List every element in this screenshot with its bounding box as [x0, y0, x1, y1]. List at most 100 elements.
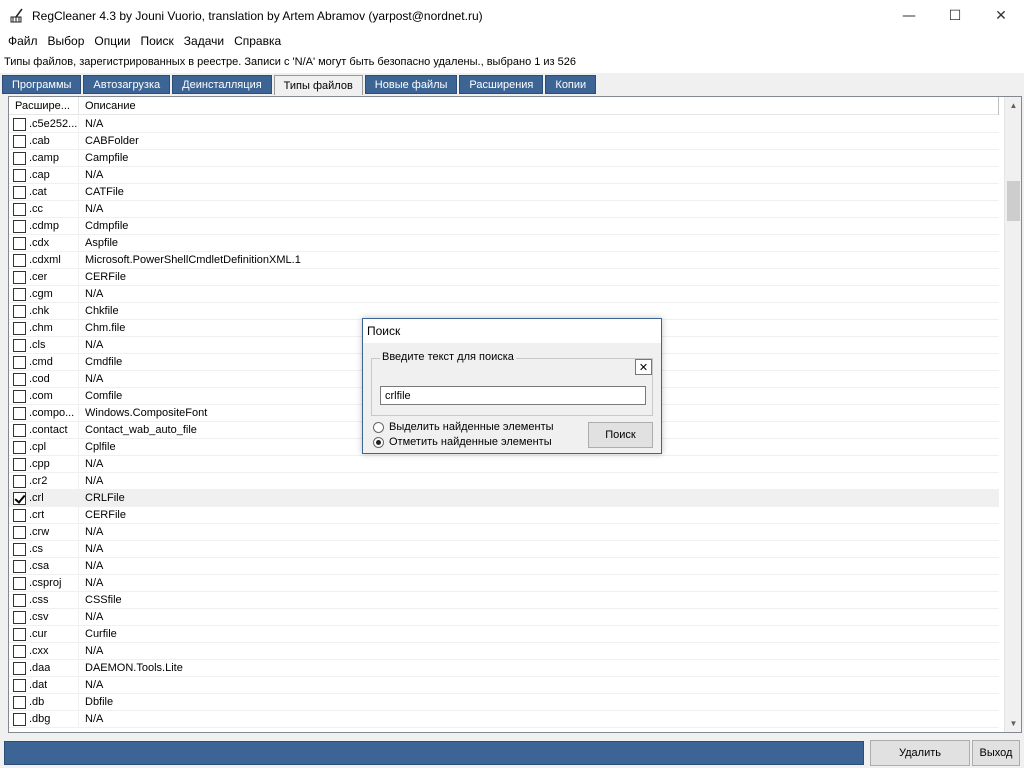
cell-extension: .cc — [9, 200, 79, 218]
table-row[interactable]: .cxx N/A — [9, 642, 999, 660]
row-checkbox[interactable] — [13, 627, 26, 641]
table-row[interactable]: .camp Campfile — [9, 149, 999, 167]
row-checkbox[interactable] — [13, 134, 26, 148]
exit-button[interactable]: Выход — [972, 740, 1020, 766]
table-row[interactable]: .crl CRLFile — [9, 489, 999, 507]
menu-select[interactable]: Выбор — [44, 34, 89, 48]
row-checkbox[interactable] — [13, 576, 26, 590]
maximize-button[interactable]: ☐ — [932, 0, 978, 31]
table-row[interactable]: .daa DAEMON.Tools.Lite — [9, 659, 999, 677]
row-checkbox[interactable] — [13, 542, 26, 556]
table-row[interactable]: .cdmp Cdmpfile — [9, 217, 999, 235]
cell-extension: .cdmp — [9, 217, 79, 235]
row-checkbox[interactable] — [13, 712, 26, 726]
row-checkbox[interactable] — [13, 525, 26, 539]
row-checkbox[interactable] — [13, 117, 26, 131]
tab-file-types[interactable]: Типы файлов — [273, 75, 363, 95]
row-checkbox[interactable] — [13, 474, 26, 488]
row-checkbox[interactable] — [13, 610, 26, 624]
table-row[interactable]: .cap N/A — [9, 166, 999, 184]
table-row[interactable]: .cdxml Microsoft.PowerShellCmdletDefiniti… — [9, 251, 999, 269]
row-checkbox[interactable] — [13, 202, 26, 216]
row-checkbox[interactable] — [13, 321, 26, 335]
table-row[interactable]: .csa N/A — [9, 557, 999, 575]
table-row[interactable]: .crt CERFile — [9, 506, 999, 524]
menu-tasks[interactable]: Задачи — [180, 34, 228, 48]
row-checkbox[interactable] — [13, 678, 26, 692]
row-checkbox[interactable] — [13, 661, 26, 675]
minimize-button[interactable]: — — [886, 0, 932, 31]
cell-extension: .chk — [9, 302, 79, 320]
radio-highlight[interactable] — [373, 421, 384, 433]
row-checkbox[interactable] — [13, 270, 26, 284]
close-button[interactable]: ✕ — [978, 0, 1024, 31]
table-row[interactable]: .db Dbfile — [9, 693, 999, 711]
table-row[interactable]: .cab CABFolder — [9, 132, 999, 150]
column-header-extension[interactable]: Расшире... — [9, 97, 79, 115]
table-row[interactable]: .dat N/A — [9, 676, 999, 694]
tab-strip: Программы Автозагрузка Деинсталляция Тип… — [2, 75, 598, 95]
row-checkbox[interactable] — [13, 423, 26, 437]
row-checkbox[interactable] — [13, 338, 26, 352]
row-checkbox[interactable] — [13, 491, 26, 505]
search-button[interactable]: Поиск — [588, 422, 653, 448]
row-checkbox[interactable] — [13, 644, 26, 658]
table-row[interactable]: .cur Curfile — [9, 625, 999, 643]
row-checkbox[interactable] — [13, 219, 26, 233]
dialog-close-icon[interactable]: ✕ — [635, 359, 652, 375]
row-checkbox[interactable] — [13, 287, 26, 301]
scroll-up-icon[interactable]: ▲ — [1005, 97, 1021, 114]
table-row[interactable]: .cer CERFile — [9, 268, 999, 286]
row-checkbox[interactable] — [13, 389, 26, 403]
column-header-description[interactable]: Описание — [79, 97, 999, 115]
search-input[interactable] — [380, 386, 646, 405]
vertical-scrollbar[interactable]: ▲ ▼ — [1004, 97, 1021, 732]
option-mark[interactable]: Отметить найденные элементы — [373, 436, 552, 448]
table-row[interactable]: .cdx Aspfile — [9, 234, 999, 252]
table-row[interactable]: .dbg N/A — [9, 710, 999, 728]
scroll-thumb[interactable] — [1007, 181, 1020, 221]
menu-file[interactable]: Файл — [4, 34, 42, 48]
row-checkbox[interactable] — [13, 695, 26, 709]
table-row[interactable]: .c5e252... N/A — [9, 115, 999, 133]
table-row[interactable]: .css CSSfile — [9, 591, 999, 609]
delete-button[interactable]: Удалить — [870, 740, 970, 766]
row-checkbox[interactable] — [13, 168, 26, 182]
row-checkbox[interactable] — [13, 236, 26, 250]
row-checkbox[interactable] — [13, 593, 26, 607]
row-checkbox[interactable] — [13, 253, 26, 267]
menu-help[interactable]: Справка — [230, 34, 285, 48]
tab-backups[interactable]: Копии — [545, 75, 597, 94]
table-row[interactable]: .cgm N/A — [9, 285, 999, 303]
table-row[interactable]: .crw N/A — [9, 523, 999, 541]
extension-text: .cgm — [29, 288, 53, 300]
tab-programs[interactable]: Программы — [2, 75, 82, 94]
tab-extensions[interactable]: Расширения — [459, 75, 544, 94]
option-highlight[interactable]: Выделить найденные элементы — [373, 421, 554, 433]
menu-search[interactable]: Поиск — [137, 34, 178, 48]
table-row[interactable]: .csv N/A — [9, 608, 999, 626]
tab-startup[interactable]: Автозагрузка — [83, 75, 171, 94]
table-row[interactable]: .cc N/A — [9, 200, 999, 218]
row-checkbox[interactable] — [13, 304, 26, 318]
row-checkbox[interactable] — [13, 559, 26, 573]
table-row[interactable]: .cs N/A — [9, 540, 999, 558]
radio-mark[interactable] — [373, 436, 384, 448]
row-checkbox[interactable] — [13, 440, 26, 454]
table-row[interactable]: .cpp N/A — [9, 455, 999, 473]
row-checkbox[interactable] — [13, 508, 26, 522]
menu-options[interactable]: Опции — [90, 34, 134, 48]
table-row[interactable]: .cat CATFile — [9, 183, 999, 201]
row-checkbox[interactable] — [13, 151, 26, 165]
row-checkbox[interactable] — [13, 185, 26, 199]
table-row[interactable]: .cr2 N/A — [9, 472, 999, 490]
scroll-down-icon[interactable]: ▼ — [1005, 715, 1021, 732]
row-checkbox[interactable] — [13, 406, 26, 420]
tab-uninstall[interactable]: Деинсталляция — [172, 75, 272, 94]
tab-new-files[interactable]: Новые файлы — [364, 75, 458, 94]
table-row[interactable]: .csproj N/A — [9, 574, 999, 592]
row-checkbox[interactable] — [13, 355, 26, 369]
cell-extension: .css — [9, 591, 79, 609]
row-checkbox[interactable] — [13, 457, 26, 471]
row-checkbox[interactable] — [13, 372, 26, 386]
